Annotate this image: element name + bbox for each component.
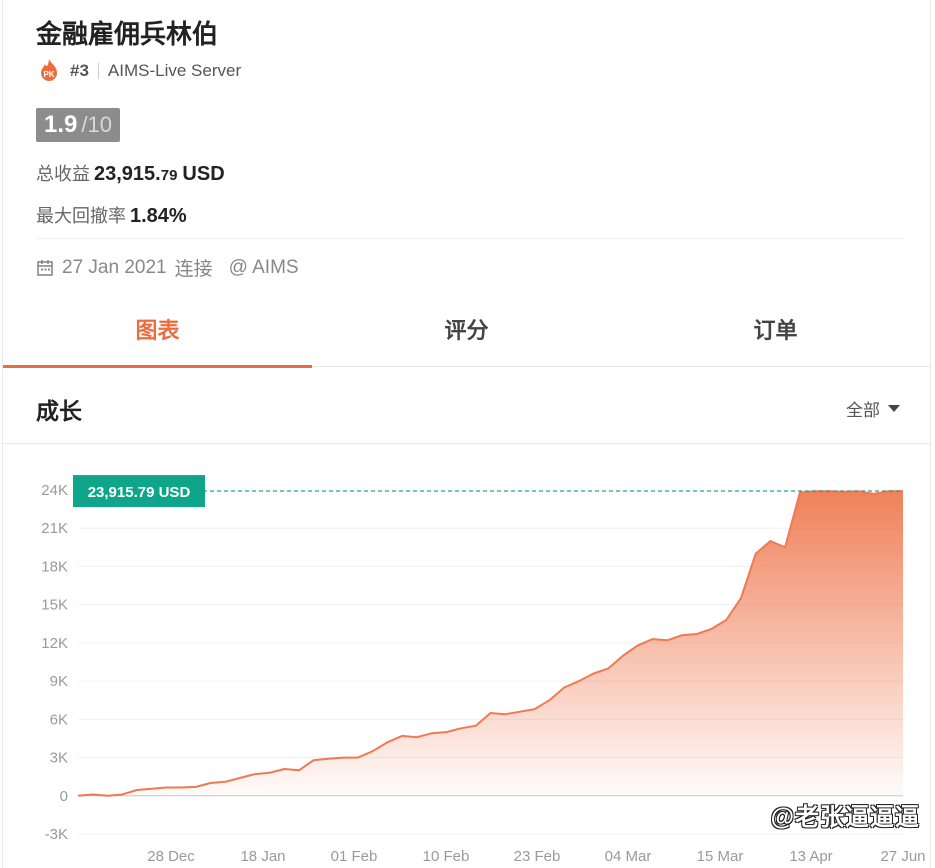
y-tick-label: 3K [50,750,68,767]
growth-area [78,491,903,796]
y-tick-label: 9K [50,673,68,690]
y-tick-label: 12K [41,635,68,652]
score-value: 1.9 [44,111,78,138]
strategy-card: 金融雇佣兵林伯 PK #3 AIMS-Live Server 1.9 /10 总… [2,0,931,868]
x-tick-label: 01 Feb [331,848,378,865]
max-drawdown-value: 1.84% [130,205,187,227]
connection-info: 27 Jan 2021 连接 @ AIMS [36,254,299,281]
y-tick-label: 24K [41,482,68,499]
x-tick-label: 13 Apr [789,848,832,865]
x-tick-label: 28 Dec [147,848,195,865]
server-name: AIMS-Live Server [107,61,242,80]
rank-label: #3 [70,61,89,80]
total-profit-row: 总收益 23,915.79 USD [36,160,225,186]
tab-chart[interactable]: 图表 [3,300,312,368]
y-tick-label: 15K [41,597,68,614]
tab-bar: 图表 评分 订单 [3,300,930,368]
tab-rating[interactable]: 评分 [312,300,621,366]
range-dropdown[interactable]: 全部 [846,396,900,421]
total-profit-unit: USD [182,163,225,185]
connect-date: 27 Jan 2021 [62,256,167,278]
connect-broker: @ AIMS [228,256,299,278]
y-tick-label: 0 [60,788,68,805]
max-drawdown-row: 最大回撤率 1.84% [36,202,187,228]
pk-flame-icon: PK [41,59,57,81]
meta-row: PK #3 AIMS-Live Server [36,58,241,84]
meta-divider [97,63,99,79]
max-drawdown-label: 最大回撤率 [36,206,126,226]
pk-badge-text: PK [43,70,54,79]
x-tick-label: 10 Feb [423,848,470,865]
section-title: 成长 [36,398,82,424]
x-tick-label: 04 Mar [605,848,652,865]
divider [36,238,904,239]
y-tick-label: 6K [50,711,68,728]
score-badge: 1.9 /10 [36,108,120,142]
x-tick-label: 27 Jun [880,848,925,865]
y-tick-label: -3K [45,826,68,843]
connect-verb: 连接 [174,259,213,280]
range-label: 全部 [846,401,880,420]
calendar-icon [37,259,53,276]
watermark-text: @老张逼逼逼 [770,804,920,831]
x-tick-label: 18 Jan [240,848,285,865]
x-tick-label: 15 Mar [697,848,744,865]
y-tick-label: 21K [41,520,68,537]
score-max: /10 [81,112,112,137]
tab-orders[interactable]: 订单 [621,300,930,366]
strategy-title: 金融雇佣兵林伯 [36,19,219,49]
y-tick-label: 18K [41,558,68,575]
x-tick-label: 23 Feb [514,848,561,865]
total-profit-label: 总收益 [36,164,90,184]
caret-down-icon [888,405,900,412]
total-profit-value: 23,915.79 [94,163,178,185]
current-value-label: 23,915.79 USD [88,484,191,501]
